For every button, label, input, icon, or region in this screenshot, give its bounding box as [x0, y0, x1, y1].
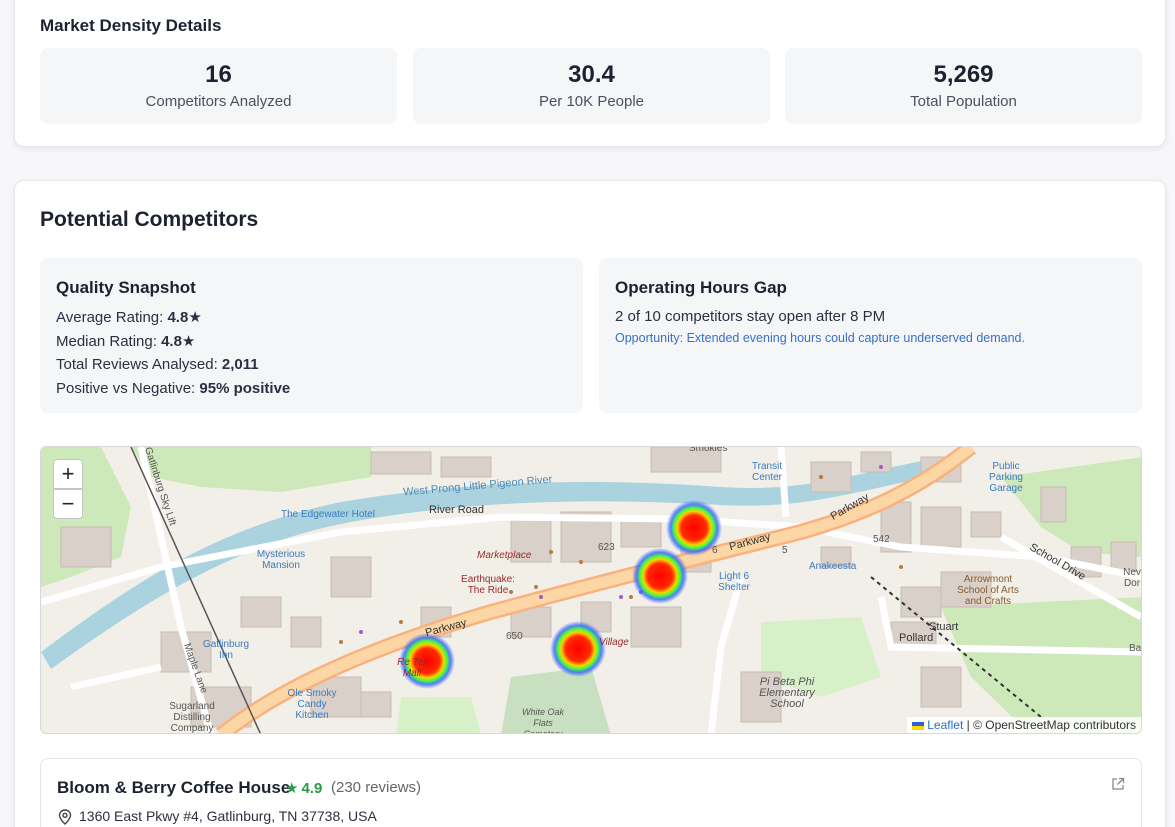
review-count: (230 reviews): [331, 779, 422, 796]
map-label-nev: Nev Dor: [1123, 567, 1141, 589]
operating-hours-text: 2 of 10 competitors stay open after 8 PM: [615, 308, 886, 325]
star-icon: ★: [285, 780, 299, 797]
map-attribution: Leaflet | © OpenStreetMap contributors: [907, 717, 1141, 733]
map-label-ba: Ba: [1129, 643, 1142, 654]
stat-competitors: 16 Competitors Analyzed: [40, 48, 397, 124]
zoom-out-button[interactable]: −: [53, 489, 83, 519]
map-label-542: 542: [873, 534, 890, 545]
operating-hours-panel: Operating Hours Gap 2 of 10 competitors …: [599, 258, 1142, 413]
leaflet-link[interactable]: Leaflet: [927, 718, 963, 732]
osm-attribution-text: | © OpenStreetMap contributors: [966, 718, 1136, 732]
quality-snapshot-title: Quality Snapshot: [56, 278, 196, 297]
map-label-sugarland: Sugarland Distilling Company: [169, 701, 215, 734]
total-reviews-value: 2,011: [221, 356, 259, 373]
average-rating-value: 4.8★: [167, 309, 202, 326]
stat-label: Total Population: [910, 93, 1017, 110]
map-label-623: 623: [598, 542, 615, 553]
operating-hours-title: Operating Hours Gap: [615, 278, 787, 297]
stat-population: 5,269 Total Population: [785, 48, 1142, 124]
zoom-in-button[interactable]: +: [53, 459, 83, 489]
business-address: 1360 East Pkwy #4, Gatlinburg, TN 37738,…: [79, 808, 377, 824]
map-label-white-oak: White Oak Flats Cemetery: [521, 707, 564, 734]
map-label-village: Village: [599, 637, 629, 648]
map-label-edgewater: The Edgewater Hotel: [281, 509, 375, 520]
ukraine-flag-icon: [912, 721, 925, 730]
market-density-title: Market Density Details: [40, 16, 222, 35]
business-rating: ★ 4.9: [285, 779, 322, 797]
map-label-smokies: Smokies: [689, 446, 728, 454]
map-label-public-parking: Public Parking Garage: [989, 461, 1023, 494]
average-rating-label: Average Rating:: [56, 309, 164, 326]
quality-snapshot-panel: Quality Snapshot Average Rating: 4.8★ Me…: [40, 258, 583, 413]
external-link-icon[interactable]: [1111, 777, 1125, 791]
competitor-heatmap-map[interactable]: West Prong Little Pigeon River River Roa…: [40, 446, 1142, 734]
map-label-pi-beta: Pi Beta Phi Elementary School: [759, 676, 815, 710]
stat-value: 30.4: [568, 61, 615, 88]
map-label-earthquake: Earthquake: The Ride: [461, 574, 515, 596]
map-label-river-road: River Road: [429, 504, 485, 516]
total-reviews-line: Total Reviews Analysed: 2,011: [56, 356, 259, 373]
sentiment-label: Positive vs Negative:: [56, 380, 196, 397]
market-density-card: Market Density Details 16 Competitors An…: [14, 0, 1166, 147]
map-label-mysterious-mansion: Mysterious Mansion: [256, 549, 306, 571]
map-label-mall: Re Ter Mall: [397, 657, 427, 679]
median-rating-label: Median Rating:: [56, 333, 157, 350]
map-label-pollard: Pollard: [899, 632, 934, 644]
stat-label: Competitors Analyzed: [145, 93, 292, 110]
stat-value: 16: [205, 61, 232, 88]
business-name: Bloom & Berry Coffee House: [57, 778, 291, 797]
opportunity-text: Opportunity: Extended evening hours coul…: [615, 331, 1025, 345]
map-label-transit-center: Transit Center: [751, 461, 783, 483]
total-reviews-label: Total Reviews Analysed:: [56, 356, 218, 373]
median-rating-line: Median Rating: 4.8★: [56, 332, 195, 350]
map-label-6: 6: [712, 545, 718, 556]
median-rating-value: 4.8★: [161, 333, 196, 350]
sentiment-line: Positive vs Negative: 95% positive: [56, 380, 290, 397]
map-label-anakeesta: Anakeesta: [809, 561, 857, 572]
competitor-listing[interactable]: Bloom & Berry Coffee House ★ 4.9 (230 rev…: [40, 758, 1142, 827]
map-label-stuart: Stuart: [929, 621, 959, 633]
potential-competitors-title: Potential Competitors: [40, 208, 259, 231]
average-rating-line: Average Rating: 4.8★: [56, 308, 202, 326]
stat-value: 5,269: [933, 61, 994, 88]
map-label-650: 650: [506, 631, 523, 642]
map-label-ole-smoky: Ole Smoky Candy Kitchen: [287, 688, 337, 721]
map-label-arrowmont: Arrowmont School of Arts and Crafts: [957, 574, 1019, 607]
stat-per-10k: 30.4 Per 10K People: [413, 48, 770, 124]
location-pin-icon: [58, 809, 72, 825]
park-area: [396, 697, 481, 733]
map-label-marketplace: Marketplace: [477, 550, 532, 561]
map-label-light6: Light 6 Shelter: [718, 571, 750, 593]
map-label-gatlinburg-inn: Gatlinburg Inn: [202, 639, 250, 661]
potential-competitors-card: Potential Competitors Quality Snapshot A…: [14, 180, 1166, 827]
map-label-5: 5: [782, 545, 788, 556]
rating-value: 4.9: [301, 780, 323, 797]
sentiment-value: 95% positive: [199, 380, 291, 397]
stat-label: Per 10K People: [538, 93, 645, 110]
